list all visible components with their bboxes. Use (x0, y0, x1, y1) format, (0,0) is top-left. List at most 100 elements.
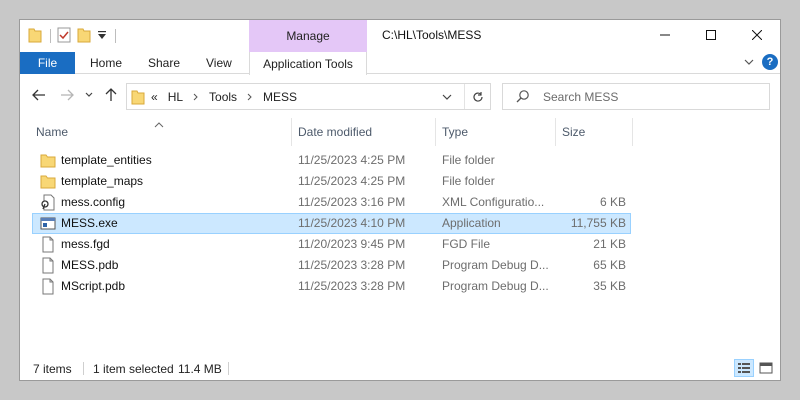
window-controls (642, 20, 780, 50)
navigation-bar: « HL Tools MESS (20, 74, 780, 118)
file-size: 35 KB (593, 279, 626, 293)
back-button[interactable] (30, 86, 48, 104)
column-header-label: Date modified (298, 125, 373, 139)
column-headers: Name Date modified Type Size (20, 118, 780, 146)
table-row[interactable]: MESS.pdb 11/25/2023 3:28 PM Program Debug … (32, 255, 631, 276)
config-file-icon (40, 194, 56, 211)
file-size: 6 KB (599, 195, 626, 209)
column-header-name[interactable]: Name (30, 118, 292, 146)
table-row[interactable]: template_maps 11/25/2023 4:25 PM File fold… (32, 171, 631, 192)
item-count: 7 items (33, 362, 72, 376)
file-date: 11/25/2023 4:25 PM (298, 174, 406, 188)
search-icon (516, 89, 530, 106)
table-row[interactable]: MScript.pdb 11/25/2023 3:28 PM Program Deb… (32, 276, 631, 297)
breadcrumb: « HL Tools MESS (151, 90, 297, 104)
file-type: Application (442, 216, 501, 230)
chevron-right-icon[interactable] (247, 90, 253, 104)
folder-icon (40, 152, 56, 169)
breadcrumb-hl[interactable]: HL (168, 90, 183, 104)
chevron-down-icon (442, 94, 452, 100)
file-name: mess.config (61, 195, 126, 209)
address-bar[interactable]: « HL Tools MESS (126, 83, 491, 110)
breadcrumb-mess[interactable]: MESS (263, 90, 297, 104)
application-icon (40, 215, 56, 232)
arrow-up-icon (105, 88, 117, 101)
explorer-window: Manage C:\HL\Tools\MESS File Home Share … (19, 19, 781, 381)
breadcrumb-overflow[interactable]: « (151, 90, 158, 104)
tab-file[interactable]: File (20, 52, 75, 74)
file-size: 21 KB (593, 237, 626, 251)
file-icon (40, 278, 56, 295)
arrow-left-icon (32, 89, 45, 101)
table-row[interactable]: MESS.exe 11/25/2023 4:10 PM Application 11,… (32, 213, 631, 234)
ribbon-tabs: File Home Share View Application Tools ? (20, 52, 780, 75)
new-folder-icon[interactable] (77, 27, 91, 46)
selection-size: 11.4 MB (178, 362, 222, 376)
search-box[interactable] (502, 83, 770, 110)
toolbar-divider (50, 29, 51, 43)
table-row[interactable]: mess.config 11/25/2023 3:16 PM XML Configu… (32, 192, 631, 213)
file-name: MESS.pdb (61, 258, 119, 272)
file-type: File folder (442, 153, 495, 167)
column-header-label: Name (36, 125, 69, 139)
file-name: template_maps (61, 174, 144, 188)
close-button[interactable] (734, 20, 780, 50)
arrow-right-icon (61, 89, 74, 101)
recent-locations-button[interactable] (83, 86, 95, 104)
file-type: File folder (442, 174, 495, 188)
breadcrumb-tools[interactable]: Tools (209, 90, 237, 104)
file-date: 11/25/2023 3:28 PM (298, 258, 406, 272)
tab-application-tools[interactable]: Application Tools (249, 52, 367, 75)
tab-share[interactable]: Share (148, 52, 180, 74)
large-icons-view-button[interactable] (756, 359, 776, 377)
column-header-size[interactable]: Size (556, 118, 633, 146)
refresh-button[interactable] (464, 84, 491, 109)
tab-view[interactable]: View (206, 52, 232, 74)
file-type: FGD File (442, 237, 490, 251)
manage-tab[interactable]: Manage (249, 20, 367, 52)
status-divider (83, 362, 84, 375)
expand-ribbon-icon[interactable] (744, 55, 754, 69)
file-date: 11/25/2023 3:16 PM (298, 195, 406, 209)
large-icons-view-icon (759, 362, 773, 374)
column-header-type[interactable]: Type (436, 118, 556, 146)
help-icon[interactable]: ? (762, 54, 778, 70)
details-view-icon (738, 363, 750, 373)
column-header-date[interactable]: Date modified (292, 118, 436, 146)
file-date: 11/25/2023 3:28 PM (298, 279, 406, 293)
chevron-right-icon[interactable] (193, 90, 199, 104)
chevron-down-icon (85, 92, 93, 97)
toolbar-divider (115, 29, 116, 43)
up-button[interactable] (102, 86, 120, 104)
refresh-icon (473, 91, 483, 102)
minimize-icon (660, 34, 670, 36)
table-row[interactable]: mess.fgd 11/20/2023 9:45 PM FGD File 21 KB (32, 234, 631, 255)
title-bar: Manage C:\HL\Tools\MESS (20, 20, 780, 52)
tab-home[interactable]: Home (90, 52, 122, 74)
forward-button[interactable] (58, 86, 76, 104)
status-bar: 7 items 1 item selected 11.4 MB (20, 356, 780, 380)
maximize-button[interactable] (688, 20, 734, 50)
maximize-icon (706, 30, 716, 40)
window-title: C:\HL\Tools\MESS (382, 28, 482, 42)
file-name: mess.fgd (61, 237, 110, 251)
file-type: XML Configuratio... (442, 195, 545, 209)
close-icon (752, 30, 762, 40)
file-name: MScript.pdb (61, 279, 126, 293)
column-header-label: Type (442, 125, 469, 139)
ribbon-controls: ? (744, 54, 778, 70)
table-row[interactable]: template_entities 11/25/2023 4:25 PM File … (32, 150, 631, 171)
quick-access-toolbar (28, 26, 116, 46)
column-header-label: Size (562, 125, 586, 139)
search-input[interactable] (543, 88, 763, 106)
status-divider (228, 362, 229, 375)
file-date: 11/25/2023 4:25 PM (298, 153, 406, 167)
address-history-button[interactable] (440, 90, 454, 104)
file-icon (40, 236, 56, 253)
minimize-button[interactable] (642, 20, 688, 50)
file-name: MESS.exe (61, 216, 118, 230)
folder-icon[interactable] (28, 27, 42, 46)
customize-toolbar-icon[interactable] (97, 29, 107, 44)
properties-icon[interactable] (57, 27, 71, 46)
details-view-button[interactable] (734, 359, 754, 377)
